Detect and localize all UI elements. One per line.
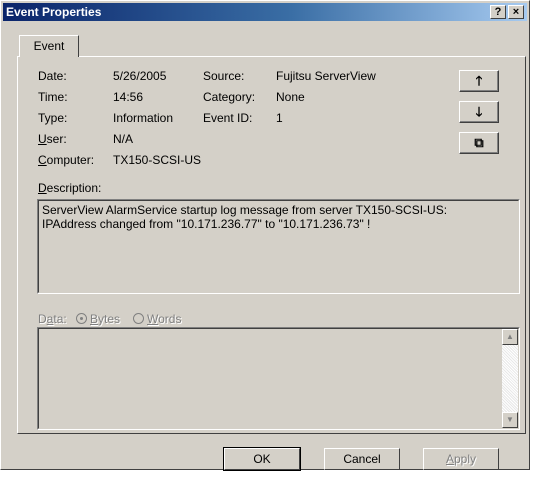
next-event-button[interactable]: 🡓: [459, 101, 499, 123]
window-title: Event Properties: [6, 5, 102, 19]
cancel-button[interactable]: Cancel: [324, 448, 400, 470]
event-tab-panel: Date: 5/26/2005 Time: 14:56 Type: Inform…: [17, 56, 526, 434]
title-bar[interactable]: Event Properties ? ×: [3, 3, 527, 21]
date-label: Date:: [38, 69, 67, 83]
ok-button[interactable]: OK: [223, 447, 301, 471]
copy-icon: ⧉: [474, 135, 484, 150]
data-label: Data:: [38, 312, 67, 326]
copy-button[interactable]: ⧉: [459, 132, 499, 154]
description-textbox[interactable]: ServerView AlarmService startup log mess…: [37, 199, 520, 294]
event-id-value: 1: [276, 111, 283, 125]
user-label: User:: [38, 132, 67, 146]
computer-value: TX150-SCSI-US: [113, 153, 202, 167]
description-text: ServerView AlarmService startup log mess…: [42, 203, 448, 231]
bytes-radio[interactable]: Bytes: [76, 312, 120, 326]
scroll-up-icon: ▲: [506, 332, 514, 341]
arrow-down-icon: 🡓: [475, 104, 483, 119]
scroll-up-button[interactable]: ▲: [502, 329, 518, 345]
source-label: Source:: [203, 69, 245, 83]
radio-unselected-icon: [133, 313, 144, 324]
time-label: Time:: [38, 90, 68, 104]
scroll-down-icon: ▼: [506, 415, 514, 424]
event-id-label: Event ID:: [203, 111, 253, 125]
apply-button[interactable]: Apply: [423, 448, 499, 470]
scroll-down-button[interactable]: ▼: [502, 412, 518, 428]
category-value: None: [276, 90, 305, 104]
computer-label: Computer:: [38, 153, 95, 167]
radio-selected-icon: [76, 313, 87, 324]
data-textbox[interactable]: ▲ ▼: [37, 327, 520, 430]
description-label: Description:: [38, 181, 102, 195]
arrow-up-icon: 🡑: [475, 73, 483, 88]
type-value: Information: [113, 111, 174, 125]
date-value: 5/26/2005: [113, 69, 167, 83]
user-value: N/A: [113, 132, 134, 146]
previous-event-button[interactable]: 🡑: [459, 70, 499, 92]
source-value: Fujitsu ServerView: [276, 69, 376, 83]
close-button[interactable]: ×: [508, 5, 524, 19]
time-value: 14:56: [113, 90, 144, 104]
tab-event[interactable]: Event: [19, 35, 79, 57]
event-properties-dialog: Event Properties ? × Event Date: 5/26/20…: [0, 0, 530, 471]
data-scrollbar[interactable]: ▲ ▼: [502, 329, 518, 428]
words-radio[interactable]: Words: [133, 312, 181, 326]
help-button[interactable]: ?: [490, 5, 506, 19]
type-label: Type:: [38, 111, 68, 125]
category-label: Category:: [203, 90, 256, 104]
